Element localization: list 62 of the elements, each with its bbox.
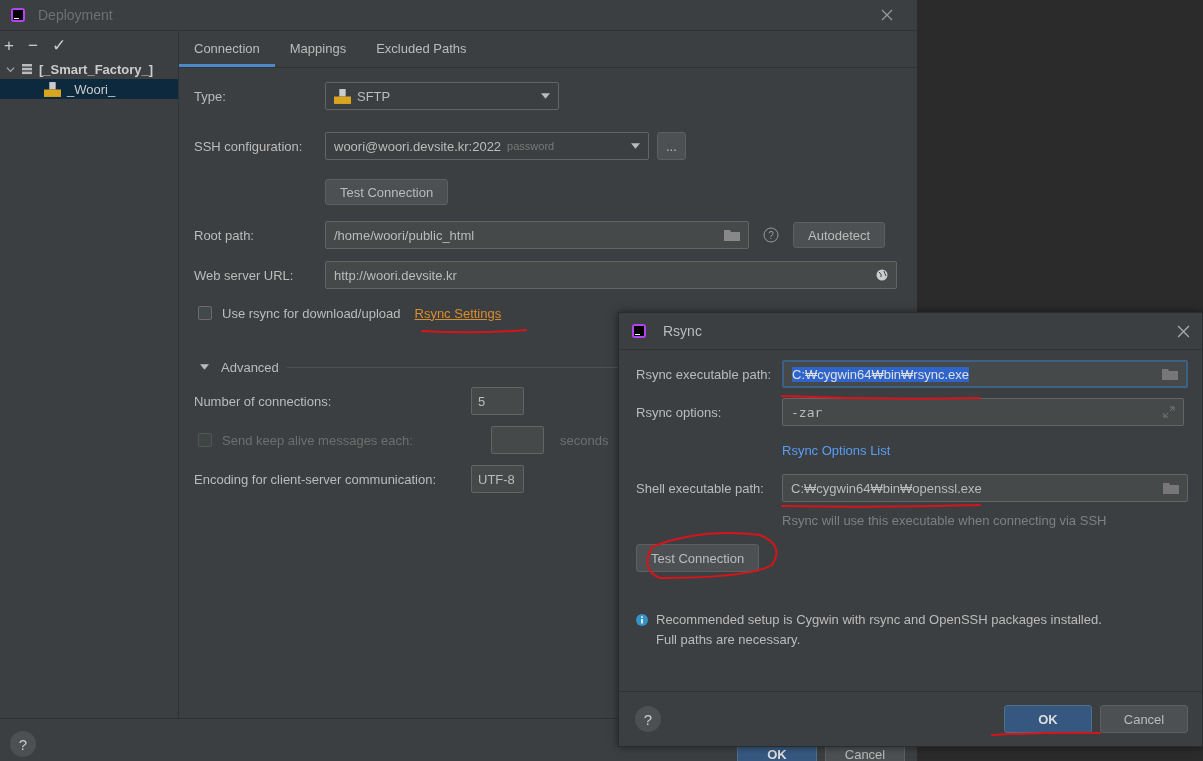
tab[interactable]: Connection [179, 31, 275, 67]
field-label: Web server URL: [194, 267, 295, 283]
keep-alive-field[interactable] [491, 426, 544, 454]
server-icon [21, 63, 33, 75]
close-icon[interactable] [1177, 324, 1190, 338]
path-field[interactable]: C:₩cygwin64₩bin₩openssl.exe [782, 474, 1188, 502]
globe-icon[interactable] [876, 269, 888, 281]
path-field[interactable]: -zar [782, 398, 1184, 426]
help-button[interactable]: ? [635, 706, 661, 732]
dialog-title: Rsync [663, 323, 702, 339]
checkbox-label: Use rsync for download/upload [222, 305, 401, 321]
checkbox[interactable] [198, 306, 212, 320]
info-icon [636, 614, 648, 626]
folder-icon[interactable] [1162, 368, 1178, 380]
app-logo-icon [631, 323, 647, 339]
section-title[interactable]: Advanced [221, 359, 279, 375]
close-icon[interactable] [881, 9, 893, 21]
expand-triangle-icon[interactable] [200, 364, 209, 370]
field-label: Rsync options: [636, 404, 723, 420]
field-label: Shell executable path: [636, 480, 765, 496]
encoding-field[interactable]: UTF-8 [471, 465, 524, 493]
path-field[interactable]: C:₩cygwin64₩bin₩rsync.exe [782, 360, 1188, 388]
toolbar-button[interactable]: + [4, 36, 14, 54]
expand-icon[interactable] [1163, 406, 1175, 418]
field-label: Number of connections: [194, 393, 333, 409]
field-label: Encoding for client-server communication: [194, 471, 438, 487]
dialog-button[interactable]: OK [1004, 705, 1092, 733]
tree-item[interactable]: [_Smart_Factory_] [0, 59, 178, 79]
test-connection-button[interactable]: Test Connection [325, 179, 449, 205]
tree-item[interactable]: _Woori_ [0, 79, 178, 99]
toolbar-button[interactable]: − [27, 36, 38, 54]
web-server-url-field[interactable]: http://woori.devsite.kr [325, 261, 897, 289]
dialog-button[interactable]: Cancel [1100, 705, 1188, 733]
folder-icon[interactable] [1163, 482, 1179, 494]
caret-icon [631, 143, 640, 149]
ssh-configuration-dropdown[interactable]: woori@woori.devsite.kr:2022 password [325, 132, 649, 160]
info-text: Recommended setup is Cygwin with rsync and OpenSSH packages installed. [656, 611, 1102, 629]
tab[interactable]: Excluded Paths [361, 31, 482, 67]
autodetect-button[interactable]: Autodetect [793, 222, 886, 248]
root-path-field[interactable]: /home/woori/public_html [325, 221, 749, 249]
app-logo-icon [10, 7, 26, 23]
field-label: SSH configuration: [194, 138, 304, 154]
type-dropdown[interactable]: SFTP [325, 82, 559, 110]
sftp-server-icon [44, 81, 61, 97]
tab[interactable]: Mappings [274, 31, 362, 67]
hint-text: Rsync will use this executable when connecting via SSH [782, 512, 1107, 528]
toolbar-button[interactable]: ✓ [51, 36, 66, 54]
caret-icon [541, 93, 550, 99]
browse-button[interactable]: ... [657, 132, 686, 160]
info-text: Full paths are necessary. [656, 631, 802, 649]
folder-icon[interactable] [724, 229, 740, 241]
field-label: Rsync executable path: [636, 366, 773, 382]
sftp-server-icon [334, 88, 351, 104]
chevron-icon[interactable] [6, 64, 15, 74]
test-connection-button[interactable]: Test Connection [636, 544, 760, 572]
help-button[interactable]: ? [10, 731, 36, 757]
connections-field[interactable]: 5 [471, 387, 524, 415]
help-icon[interactable]: ? [763, 227, 779, 243]
field-label: Root path: [194, 227, 255, 243]
rsync-options-list-link[interactable]: Rsync Options List [782, 442, 891, 458]
rsync-settings-link[interactable]: Rsync Settings [414, 305, 502, 321]
field-label: Type: [194, 88, 227, 104]
